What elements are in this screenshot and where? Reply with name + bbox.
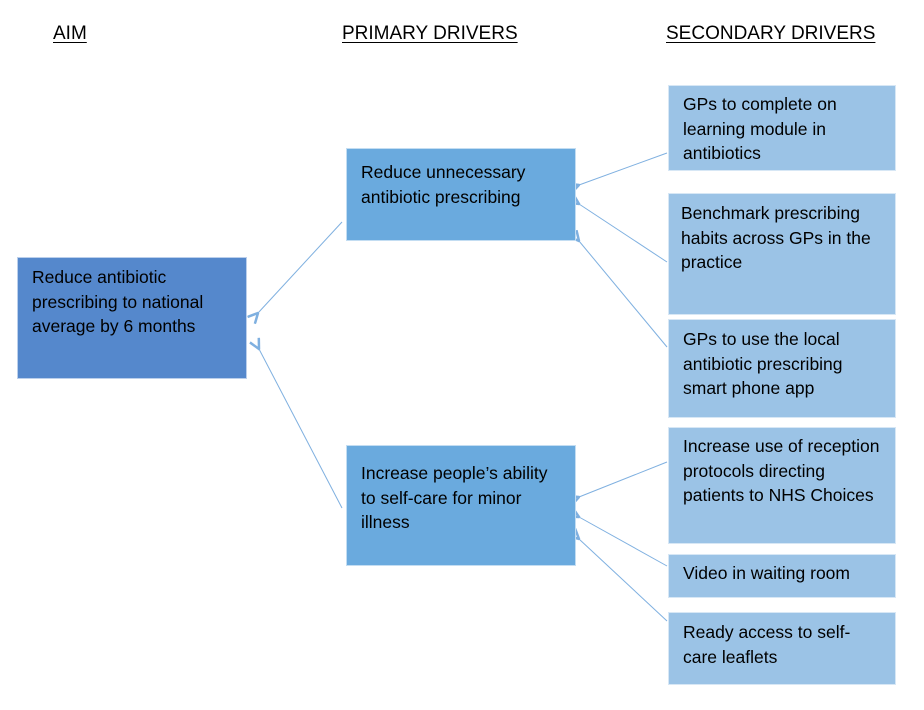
secondary-driver-box: Video in waiting room: [668, 554, 896, 598]
arrow-secondary1: [579, 152, 668, 185]
arrow-secondary4: [579, 461, 668, 497]
arrow-secondary3: [579, 241, 668, 348]
primary-driver-box: Increase people’s ability to self-care f…: [346, 445, 576, 566]
primary-driver-box: Reduce unnecessary antibiotic prescribin…: [346, 148, 576, 241]
arrow-secondary2: [579, 204, 668, 263]
aim-box: Reduce antibiotic prescribing to nationa…: [17, 257, 247, 379]
driver-diagram: AIM PRIMARY DRIVERS SECONDARY DRIVERS Re…: [0, 0, 924, 710]
arrow-primary1-to-aim: [258, 221, 343, 313]
secondary-driver-box: GPs to complete on learning module in an…: [668, 85, 896, 171]
secondary-driver-box: Increase use of reception protocols dire…: [668, 427, 896, 544]
secondary-driver-box: GPs to use the local antibiotic prescrib…: [668, 319, 896, 418]
arrow-secondary5: [579, 517, 668, 567]
arrow-primary2-to-aim: [259, 349, 343, 509]
secondary-driver-box: Benchmark prescribing habits across GPs …: [668, 193, 896, 315]
secondary-driver-box: Ready access to self-care leaflets: [668, 612, 896, 685]
arrow-secondary6: [579, 539, 668, 622]
